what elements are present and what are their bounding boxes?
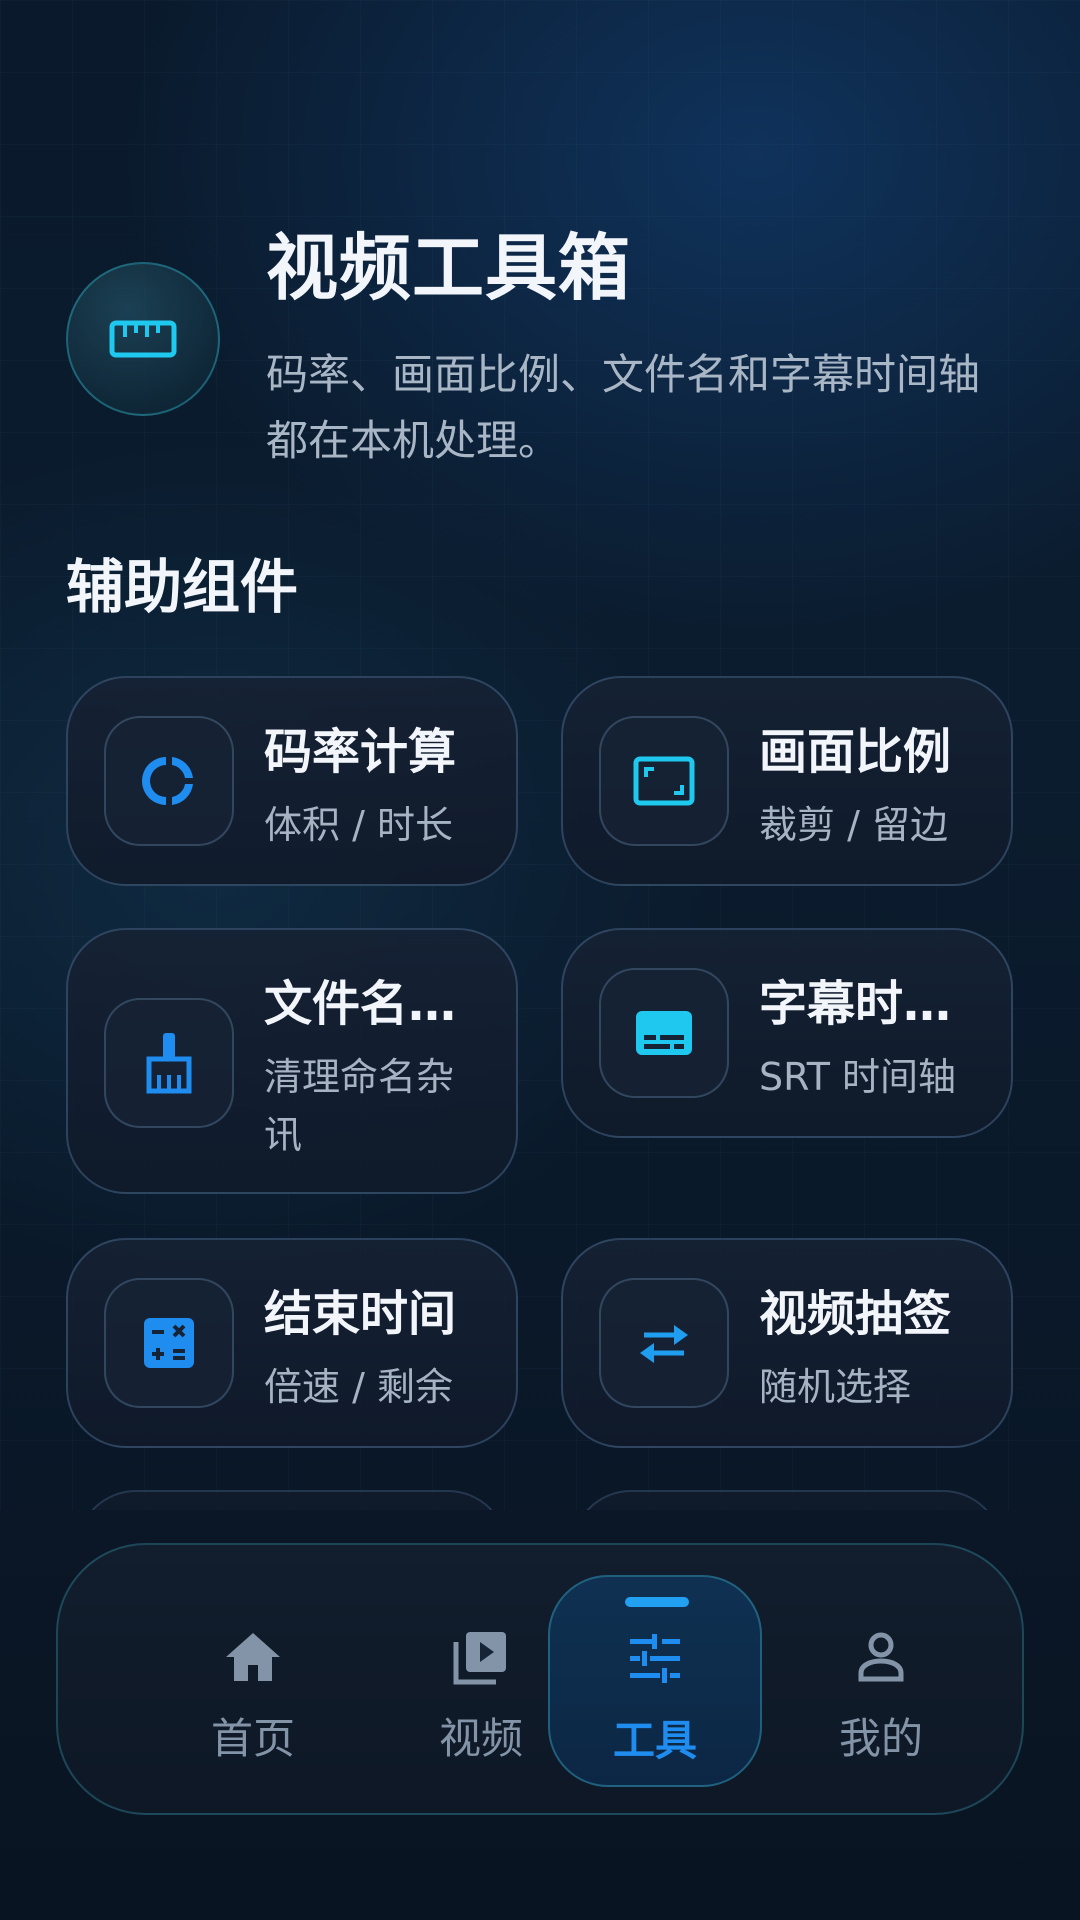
nav-label: 首页 — [210, 1714, 295, 1763]
aspect-ratio-icon — [633, 756, 695, 806]
cleaning-brush-icon — [146, 1033, 192, 1094]
nav-label: 工具 — [612, 1716, 697, 1765]
card-subtitle: 清理命名杂讯 — [264, 1055, 455, 1157]
card-title: 结束时间 — [264, 1286, 457, 1342]
nav-label: 视频 — [438, 1714, 523, 1763]
card-subtitle: 倍速 / 剩余 — [264, 1365, 453, 1409]
card-icon-badge — [104, 716, 234, 846]
card-title: 码率计算 — [264, 724, 457, 780]
card-icon-badge — [599, 1278, 729, 1408]
card-icon-badge — [599, 716, 729, 846]
nav-profile[interactable]: 我的 — [774, 1575, 988, 1787]
card-bitrate[interactable]: 码率计算 体积 / 时长 — [66, 676, 518, 886]
card-video-lottery[interactable]: 视频抽签 随机选择 — [561, 1238, 1013, 1448]
page-subtitle: 码率、画面比例、文件名和字幕时间轴都在本机处理。 — [266, 350, 981, 465]
card-subtitle: 裁剪 / 留边 — [759, 803, 948, 847]
section-title: 辅助组件 — [66, 553, 299, 621]
card-subtitle: 随机选择 — [759, 1365, 912, 1409]
nav-tools[interactable]: 工具 — [548, 1575, 762, 1787]
nav-home[interactable]: 首页 — [146, 1575, 360, 1787]
video-library-icon — [453, 1632, 506, 1685]
donut-chart-icon — [142, 757, 193, 805]
ruler-icon — [109, 320, 177, 358]
card-aspect-ratio[interactable]: 画面比例 裁剪 / 留边 — [561, 676, 1013, 886]
card-title: 视频抽签 — [759, 1286, 952, 1342]
active-indicator — [625, 1597, 689, 1607]
card-subtitle-timeline[interactable]: 字幕时间轴 SRT 时间轴 — [561, 928, 1013, 1138]
card-title: 画面比例 — [759, 724, 952, 780]
person-icon — [858, 1632, 904, 1682]
nav-label: 我的 — [838, 1714, 923, 1763]
swap-arrows-icon — [640, 1325, 688, 1363]
card-title: 字幕时间轴 — [759, 976, 989, 1032]
subtitles-icon — [636, 1011, 692, 1055]
home-icon — [226, 1633, 280, 1681]
page-title: 视频工具箱 — [266, 226, 632, 310]
header-icon-badge — [66, 262, 220, 416]
card-title: 文件名清理 — [264, 976, 494, 1032]
card-icon-badge — [599, 968, 729, 1098]
card-subtitle: 体积 / 时长 — [264, 803, 453, 847]
card-subtitle: SRT 时间轴 — [759, 1055, 957, 1099]
card-icon-badge — [104, 998, 234, 1128]
calculator-icon — [144, 1318, 194, 1368]
card-filename-clean[interactable]: 文件名清理 清理命名杂讯 — [66, 928, 518, 1194]
card-icon-badge — [104, 1278, 234, 1408]
page-header: 视频工具箱 码率、画面比例、文件名和字幕时间轴都在本机处理。 — [66, 220, 1016, 480]
card-end-time[interactable]: 结束时间 倍速 / 剩余 — [66, 1238, 518, 1448]
bottom-nav: 首页 视频 工具 我的 — [56, 1543, 1024, 1815]
sliders-icon — [630, 1634, 680, 1683]
